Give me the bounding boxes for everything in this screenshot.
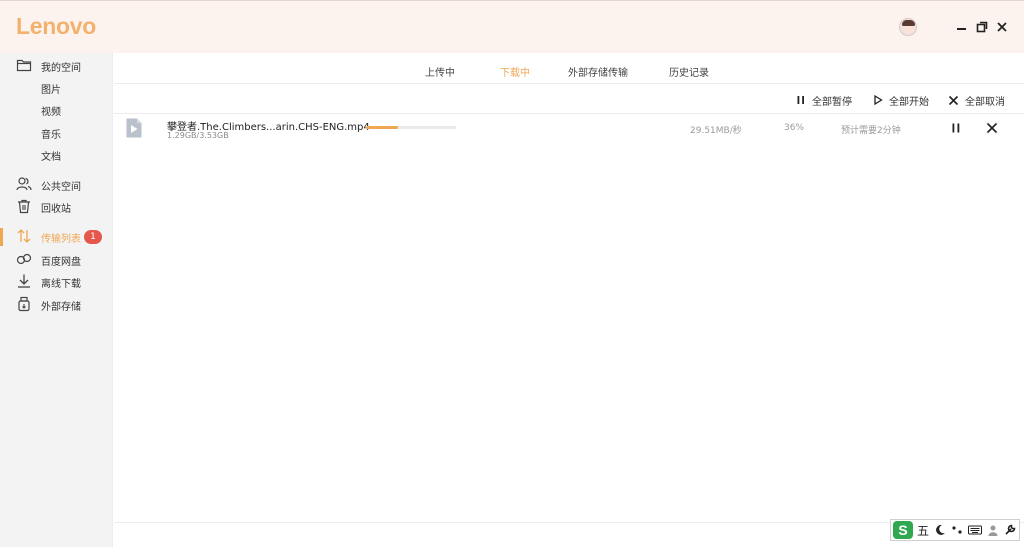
divider <box>114 522 1024 523</box>
sidebar-item-transfer-list[interactable]: 传输列表 1 <box>0 227 113 247</box>
sidebar-item-label: 回收站 <box>41 204 71 215</box>
sidebar-item-label: 视频 <box>41 107 61 118</box>
start-all-label: 全部开始 <box>889 96 929 108</box>
sidebar-item-label: 文档 <box>41 152 61 163</box>
sidebar-item-offline-download[interactable]: 离线下载 <box>0 272 113 292</box>
minimize-icon[interactable] <box>955 19 969 35</box>
sidebar-item-label: 我的空间 <box>41 63 81 74</box>
sidebar-item-label: 离线下载 <box>41 279 81 290</box>
sidebar-item-label: 公共空间 <box>41 182 81 193</box>
sogou-logo-icon[interactable]: S <box>893 521 913 539</box>
close-icon <box>948 95 959 105</box>
play-icon <box>874 95 883 105</box>
active-indicator <box>0 228 3 246</box>
sidebar-item-music[interactable]: 音乐 <box>0 123 113 143</box>
estimated-time: 预计需要2分钟 <box>841 126 901 136</box>
keyboard-icon[interactable] <box>968 524 983 536</box>
trash-icon <box>16 198 32 214</box>
tab-external-storage-transfer[interactable]: 外部存储传输 <box>568 64 628 79</box>
sidebar: 我的空间 图片 视频 音乐 文档 公共空间 回收站 传输列表 1 百度网盘 离线… <box>0 53 113 547</box>
progress-fill <box>366 126 399 129</box>
close-icon[interactable] <box>995 19 1009 35</box>
sidebar-item-label: 百度网盘 <box>41 257 81 268</box>
tab-history[interactable]: 历史记录 <box>669 64 709 79</box>
download-percent: 36% <box>784 123 805 133</box>
sidebar-item-videos[interactable]: 视频 <box>0 100 113 120</box>
ime-toolbar[interactable]: S 五 <box>890 519 1020 541</box>
sidebar-item-label: 外部存储 <box>41 302 81 313</box>
sidebar-item-pictures[interactable]: 图片 <box>0 78 113 98</box>
tab-uploading[interactable]: 上传中 <box>425 64 455 79</box>
ime-mode[interactable]: 五 <box>917 522 929 539</box>
close-icon[interactable] <box>986 122 998 134</box>
pause-icon[interactable] <box>950 122 962 134</box>
download-speed: 29.51MB/秒 <box>690 126 742 136</box>
sidebar-item-label: 图片 <box>41 85 61 96</box>
moon-icon[interactable] <box>934 524 946 536</box>
app-logo: Lenovo <box>16 13 96 39</box>
punctuation-icon[interactable] <box>951 524 963 536</box>
download-progress-bar <box>366 126 456 129</box>
cancel-all-label: 全部取消 <box>965 96 1005 108</box>
pause-icon <box>797 96 804 104</box>
transfer-tabs: 上传中 下载中 外部存储传输 历史记录 <box>114 53 1024 86</box>
sidebar-item-label: 传输列表 <box>41 234 81 245</box>
transfer-icon <box>16 228 32 244</box>
folder-icon <box>16 57 32 73</box>
title-bar: Lenovo <box>0 0 1024 53</box>
baidu-cloud-icon <box>16 251 32 267</box>
download-icon <box>16 273 32 289</box>
user-avatar[interactable] <box>899 18 917 36</box>
sidebar-item-baidu-cloud[interactable]: 百度网盘 <box>0 250 113 270</box>
toolbar: 全部暂停 全部开始 全部取消 <box>114 84 1024 114</box>
pause-all-label: 全部暂停 <box>812 96 852 108</box>
restore-icon[interactable] <box>975 19 989 35</box>
sidebar-item-recycle-bin[interactable]: 回收站 <box>0 197 113 217</box>
sidebar-item-public-space[interactable]: 公共空间 <box>0 175 113 195</box>
usb-storage-icon <box>16 296 32 312</box>
sidebar-item-label: 音乐 <box>41 130 61 141</box>
download-row[interactable]: 攀登者.The.Climbers...arin.CHS-ENG.mp4 1.29… <box>114 114 1024 144</box>
pause-all-button[interactable]: 全部暂停 <box>796 93 852 108</box>
user-icon[interactable] <box>987 524 999 536</box>
wrench-icon[interactable] <box>1004 524 1016 536</box>
start-all-button[interactable]: 全部开始 <box>873 93 929 108</box>
notification-badge: 1 <box>84 230 102 244</box>
cancel-all-button[interactable]: 全部取消 <box>948 93 1005 108</box>
sidebar-item-my-space[interactable]: 我的空间 <box>0 56 113 76</box>
tab-downloading[interactable]: 下载中 <box>500 64 530 86</box>
users-icon <box>16 176 32 192</box>
video-file-icon <box>126 118 142 138</box>
sidebar-item-external-storage[interactable]: 外部存储 <box>0 295 113 315</box>
file-size: 1.29GB/3.53GB <box>167 131 229 140</box>
sidebar-item-documents[interactable]: 文档 <box>0 145 113 165</box>
